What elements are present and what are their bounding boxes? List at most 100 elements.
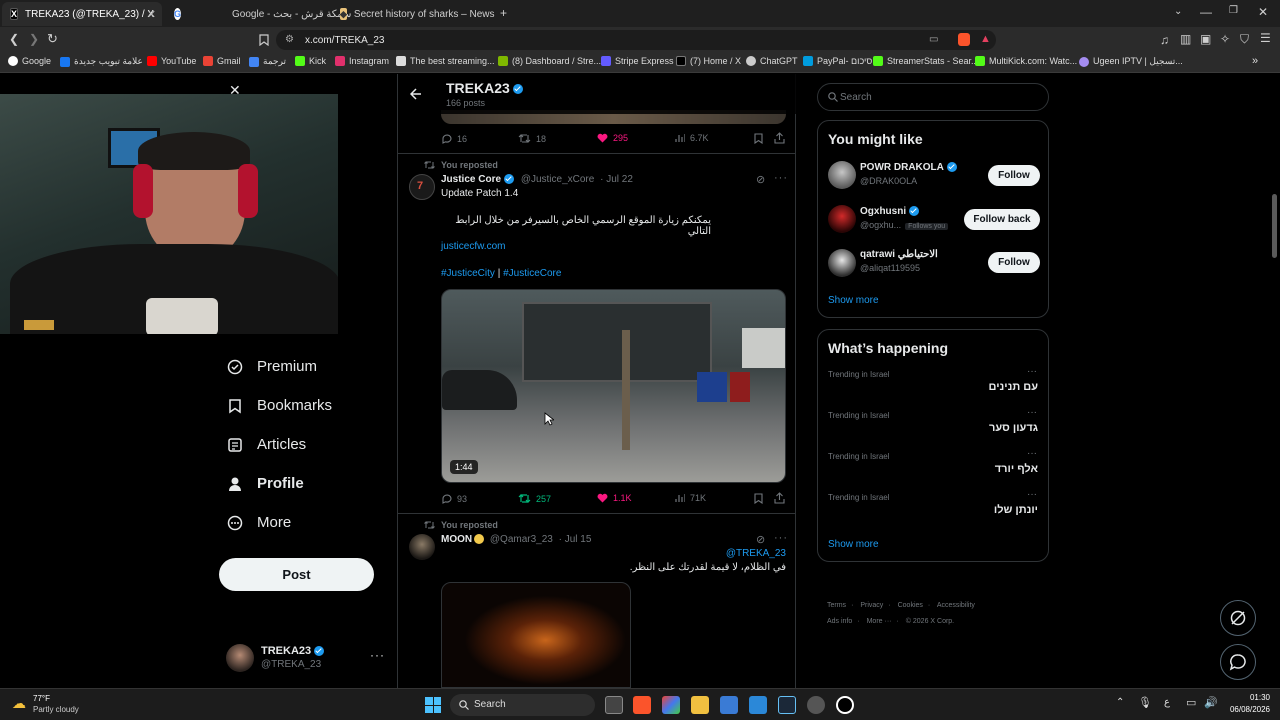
show-more-link[interactable]: Show more bbox=[828, 295, 879, 306]
repost-action[interactable]: 18 bbox=[518, 133, 546, 144]
music-icon[interactable]: ♫ bbox=[1160, 33, 1169, 47]
bookmark-ugeen[interactable]: Ugeen IPTV | تسجيل... bbox=[1079, 56, 1183, 67]
trend-item[interactable]: Trending in Israel ··· אלף יורד bbox=[818, 448, 1048, 490]
nav-bookmarks[interactable]: Bookmarks bbox=[227, 397, 332, 414]
footer-accessibility[interactable]: Accessibility bbox=[937, 602, 975, 609]
clock-date[interactable]: 06/08/2026 bbox=[1218, 705, 1270, 714]
brave-browser-icon[interactable] bbox=[633, 696, 651, 714]
avatar[interactable] bbox=[828, 205, 856, 233]
bookmark-icon[interactable] bbox=[754, 493, 763, 504]
trend-item[interactable]: Trending in Israel ··· יונתן שלו bbox=[818, 489, 1048, 531]
site-info-icon[interactable]: ⚙ bbox=[285, 34, 294, 45]
chevron-down-icon[interactable]: ⌄ bbox=[1174, 6, 1182, 17]
wallet-icon[interactable]: ▣ bbox=[1200, 32, 1211, 46]
reply-action[interactable]: 16 bbox=[441, 133, 467, 144]
bookmark-translate[interactable]: ترجمة bbox=[249, 56, 286, 67]
author-name[interactable]: MOON bbox=[441, 534, 472, 545]
trend-item[interactable]: Trending in Israel ··· גדעון סער bbox=[818, 407, 1048, 449]
url-field[interactable]: ⚙ x.com/TREKA_23 ▭ ▲ bbox=[276, 30, 996, 50]
tweet-image[interactable] bbox=[441, 582, 631, 688]
follow-back-button[interactable]: Follow back bbox=[964, 209, 1040, 230]
sidebar-toggle-icon[interactable]: ▥ bbox=[1180, 32, 1191, 46]
network-icon[interactable]: ▭ bbox=[1186, 696, 1196, 709]
trend-item[interactable]: Trending in Israel ··· עם תנינים bbox=[818, 366, 1048, 408]
mention-link[interactable]: @TREKA_23 bbox=[698, 548, 786, 559]
x-logo-icon[interactable]: ✕ bbox=[229, 82, 241, 99]
maximize-icon[interactable]: ❐ bbox=[1229, 5, 1238, 16]
tweet-date[interactable]: · Jul 15 bbox=[559, 534, 592, 545]
new-tab-icon[interactable]: + bbox=[500, 6, 507, 20]
back-arrow-icon[interactable] bbox=[410, 88, 422, 100]
photos-icon[interactable] bbox=[749, 696, 767, 714]
nav-more[interactable]: More bbox=[227, 514, 291, 531]
bookmark-kick[interactable]: Kick bbox=[295, 56, 326, 66]
footer-more[interactable]: More ··· bbox=[867, 618, 892, 625]
hashtag-justicecore[interactable]: #JusticeCore bbox=[503, 268, 561, 279]
bookmark-google[interactable]: Google bbox=[8, 56, 51, 66]
more-options-icon[interactable]: ··· bbox=[1027, 489, 1037, 500]
weather-widget[interactable]: ☁ bbox=[12, 695, 32, 715]
bookmark-x-home[interactable]: (7) Home / X bbox=[676, 56, 741, 66]
bookmark-newtab[interactable]: علامة تبويب جديدة bbox=[60, 56, 143, 67]
microphone-icon[interactable]: 🎙 bbox=[1138, 696, 1152, 709]
like-action[interactable]: 295 bbox=[597, 133, 628, 143]
avatar[interactable] bbox=[828, 249, 856, 277]
tweet-video[interactable]: 1:44 bbox=[441, 289, 786, 483]
task-view-icon[interactable] bbox=[605, 696, 623, 714]
bookmark-paypal[interactable]: PayPal- סיכום bbox=[803, 56, 872, 66]
vpn-icon[interactable]: ⛉ bbox=[1240, 32, 1249, 47]
tab-google-search[interactable]: G Google - سمكة قرش - بحث bbox=[166, 2, 351, 26]
author-name[interactable]: Justice Core bbox=[441, 174, 501, 185]
account-switcher[interactable]: TREKA23 @TREKA_23 ··· bbox=[226, 644, 386, 674]
bookmark-streaming[interactable]: The best streaming... bbox=[396, 56, 495, 66]
suggestion-name[interactable]: POWR DRAKOLA bbox=[860, 162, 957, 173]
messages-fab[interactable] bbox=[1220, 644, 1256, 680]
input-language[interactable]: ع bbox=[1164, 697, 1170, 708]
grok-icon[interactable]: ⊘ bbox=[756, 173, 765, 186]
bookmark-youtube[interactable]: YouTube bbox=[147, 56, 196, 66]
volume-icon[interactable]: 🔊 bbox=[1204, 696, 1218, 709]
tab-x-profile[interactable]: X TREKA23 (@TREKA_23) / X ✕ bbox=[2, 2, 162, 26]
footer-privacy[interactable]: Privacy bbox=[860, 602, 883, 609]
cast-icon[interactable]: ▭ bbox=[929, 34, 938, 45]
store-icon[interactable] bbox=[720, 696, 738, 714]
minimize-icon[interactable]: — bbox=[1200, 5, 1212, 19]
more-options-icon[interactable]: ··· bbox=[774, 172, 788, 184]
more-options-icon[interactable]: ··· bbox=[1027, 448, 1037, 459]
more-options-icon[interactable]: ··· bbox=[1027, 407, 1037, 418]
discord-icon[interactable] bbox=[807, 696, 825, 714]
post-button[interactable]: Post bbox=[219, 558, 374, 591]
nav-premium[interactable]: Premium bbox=[227, 358, 317, 375]
tweet-link[interactable]: justicecfw.com bbox=[441, 241, 505, 252]
tweet-justice-core[interactable]: You reposted 7 Justice Core @Justice_xCo… bbox=[398, 154, 796, 512]
hashtag-justicecity[interactable]: #JusticeCity bbox=[441, 268, 495, 279]
avatar[interactable]: 7 bbox=[409, 174, 435, 200]
share-icon[interactable] bbox=[774, 492, 785, 504]
footer-cookies[interactable]: Cookies bbox=[898, 602, 923, 609]
nav-profile[interactable]: Profile bbox=[227, 475, 304, 492]
views-action[interactable]: 71K bbox=[675, 493, 706, 503]
brave-shield-icon[interactable] bbox=[958, 33, 970, 46]
tray-expand-icon[interactable]: ⌃ bbox=[1116, 697, 1124, 708]
more-options-icon[interactable]: ··· bbox=[370, 648, 385, 662]
grok-icon[interactable]: ⊘ bbox=[756, 533, 765, 546]
bookmark-page-icon[interactable] bbox=[259, 34, 269, 46]
more-options-icon[interactable]: ··· bbox=[774, 532, 788, 544]
tweet-moon[interactable]: You reposted MOON @Qamar3_23 · Jul 15 ⊘ … bbox=[398, 514, 796, 688]
search-input[interactable]: Search bbox=[817, 83, 1049, 111]
bookmark-gmail[interactable]: Gmail bbox=[203, 56, 241, 66]
views-action[interactable]: 6.7K bbox=[675, 133, 709, 143]
back-icon[interactable]: ❮ bbox=[9, 32, 19, 46]
window-close-icon[interactable]: ✕ bbox=[1258, 5, 1268, 19]
author-handle[interactable]: @Justice_xCore bbox=[521, 174, 595, 185]
author-handle[interactable]: @Qamar3_23 bbox=[490, 534, 553, 545]
tab-news[interactable]: ◆ Secret history of sharks – News bbox=[332, 2, 495, 26]
grok-fab[interactable] bbox=[1220, 600, 1256, 636]
file-explorer-icon[interactable] bbox=[691, 696, 709, 714]
avatar[interactable] bbox=[828, 161, 856, 189]
follow-button[interactable]: Follow bbox=[988, 165, 1040, 186]
bookmark-dashboard[interactable]: (8) Dashboard / Stre... bbox=[498, 56, 601, 66]
suggestion-name[interactable]: Ogxhusni bbox=[860, 206, 920, 217]
share-icon[interactable] bbox=[774, 132, 785, 144]
media-player-icon[interactable] bbox=[836, 696, 854, 714]
